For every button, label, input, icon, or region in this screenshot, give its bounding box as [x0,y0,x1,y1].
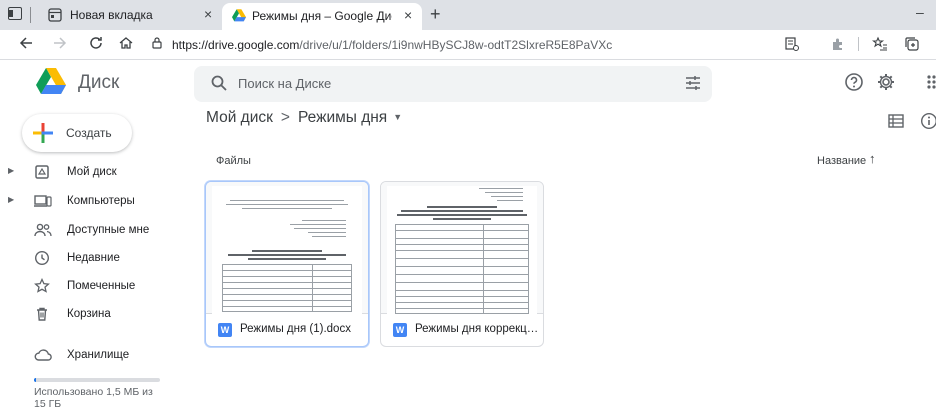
lock-icon[interactable] [150,36,164,55]
sidebar-item-recent[interactable]: Недавние [0,243,190,273]
sidebar-item-starred[interactable]: Помеченные [0,271,190,301]
tab-title: Новая вкладка [70,8,153,22]
app-title[interactable]: Диск [78,72,119,94]
url-path: /drive/u/1/folders/1i9nwHBySCJ8w-odtT2Sl… [299,38,613,52]
favorites-icon[interactable] [871,36,888,57]
settings-gear-icon[interactable] [876,72,896,97]
document-page-preview [387,186,537,316]
home-icon[interactable] [118,35,134,56]
sort-by-name-button[interactable]: Название [817,155,866,167]
extension-icon[interactable] [830,36,846,57]
toolbar-divider [858,37,859,51]
computer-icon [34,193,52,212]
browser-tab-strip: Новая вкладка × Режимы дня – Google Диск… [0,0,936,30]
search-box[interactable]: Поиск на Диске [194,66,712,102]
search-options-icon[interactable] [684,74,702,97]
help-icon[interactable] [844,72,864,97]
word-document-icon: W [218,323,232,337]
sidebar-item-label: Корзина [67,308,111,320]
tab-divider [30,7,31,23]
tab-title: Режимы дня – Google Диск [252,9,392,23]
sidebar-item-my-drive[interactable]: ▶ Мой диск [0,157,190,187]
star-icon [34,277,50,297]
breadcrumb-item-current-folder[interactable]: Режимы дня [298,109,387,127]
new-tab-page-icon [48,8,62,25]
file-thumbnail [206,182,368,316]
file-card[interactable]: W Режимы дня (1).docx [205,181,369,347]
apps-grid-icon[interactable] [926,74,936,95]
google-drive-logo-icon[interactable] [36,68,66,95]
sidebar-divider [0,332,180,333]
folder-menu-caret-icon[interactable]: ▼ [393,112,402,122]
cloud-icon [34,347,52,366]
create-button[interactable]: Создать [22,114,132,152]
file-name: Режимы дня коррекционной группы.docx [415,323,539,335]
expand-caret-icon[interactable]: ▶ [8,195,14,204]
sidebar-item-label: Помеченные [67,280,136,292]
sidebar-item-label: Мой диск [67,166,117,178]
drive-icon [34,164,50,183]
forward-icon[interactable] [52,35,68,56]
sidebar-item-label: Недавние [67,252,120,264]
google-drive-favicon-icon [232,9,246,25]
minimize-window-button[interactable]: – [916,4,924,20]
storage-usage-fill [34,378,36,382]
shared-icon [34,222,52,241]
workspaces-icon[interactable] [8,7,22,20]
url-host: https://drive.google.com [172,38,300,52]
sidebar-item-label: Хранилище [67,349,130,361]
storage-usage-text: Использовано 1,5 МБ из 15 ГБ [34,386,153,407]
close-tab-icon[interactable]: × [404,7,412,23]
address-bar[interactable]: https://drive.google.com/drive/u/1/folde… [172,38,612,52]
files-section-title: Файлы [216,155,251,167]
back-icon[interactable] [18,35,34,56]
search-placeholder: Поиск на Диске [238,76,332,91]
new-tab-button[interactable]: + [430,4,441,25]
storage-usage-bar [34,378,160,382]
plus-icon [32,122,54,144]
sidebar-item-trash[interactable]: Корзина [0,299,190,329]
browser-tab-drive[interactable]: Режимы дня – Google Диск × [222,3,422,30]
file-name: Режимы дня (1).docx [240,323,351,335]
document-page-preview [212,186,362,316]
collections-icon[interactable] [904,36,920,57]
search-icon[interactable] [210,74,228,97]
browser-tab-new-tab[interactable]: Новая вкладка × [40,0,220,30]
file-card-footer: W Режимы дня (1).docx [206,315,368,346]
file-thumbnail [381,182,543,316]
sidebar-item-storage[interactable]: Хранилище [0,340,190,370]
info-icon[interactable] [920,112,936,135]
list-view-icon[interactable] [888,114,904,133]
close-tab-icon[interactable]: × [204,6,212,22]
sort-direction-icon[interactable]: ↑ [869,151,876,166]
browser-toolbar: https://drive.google.com/drive/u/1/folde… [0,30,936,60]
reload-icon[interactable] [88,35,104,56]
reader-mode-icon[interactable] [784,36,800,57]
create-label: Создать [66,126,112,140]
breadcrumb-separator: > [280,109,290,126]
clock-icon [34,250,50,269]
file-card-footer: W Режимы дня коррекционной группы.docx [381,315,543,346]
sidebar-item-computers[interactable]: ▶ Компьютеры [0,186,190,216]
sidebar-item-shared[interactable]: Доступные мне [0,215,190,245]
expand-caret-icon[interactable]: ▶ [8,166,14,175]
sidebar-item-label: Доступные мне [67,224,150,236]
file-card[interactable]: W Режимы дня коррекционной группы.docx [380,181,544,347]
trash-icon [34,306,50,325]
breadcrumb-item-my-drive[interactable]: Мой диск [206,109,273,127]
breadcrumb: Мой диск > Режимы дня ▼ [206,109,402,127]
sidebar-item-label: Компьютеры [67,195,135,207]
word-document-icon: W [393,323,407,337]
